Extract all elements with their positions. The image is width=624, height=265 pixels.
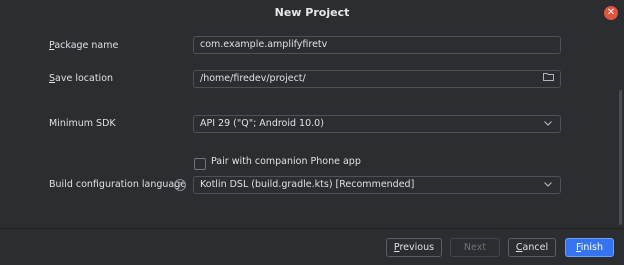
cancel-button[interactable]: Cancel — [508, 238, 556, 257]
minimum-sdk-select[interactable]: API 29 ("Q"; Android 10.0) — [193, 115, 561, 133]
minimum-sdk-label: Minimum SDK — [49, 118, 116, 129]
save-location-input[interactable]: /home/firedev/project/ — [193, 70, 561, 88]
build-language-select[interactable]: Kotlin DSL (build.gradle.kts) [Recommend… — [193, 176, 561, 194]
chevron-down-icon — [542, 117, 554, 131]
title-bar: New Project ✕ — [0, 0, 624, 26]
dialog-title: New Project — [274, 6, 350, 19]
package-name-label: Package name — [49, 40, 119, 51]
save-location-label: Save location — [49, 73, 114, 84]
next-button[interactable]: Next — [450, 238, 500, 257]
chevron-down-icon — [542, 178, 554, 192]
folder-icon[interactable] — [542, 72, 554, 86]
vertical-scrollbar[interactable] — [619, 90, 622, 225]
previous-button[interactable]: Previous — [386, 238, 442, 257]
dialog-footer: Previous Next Cancel Finish — [0, 228, 624, 265]
finish-button[interactable]: Finish — [565, 238, 614, 257]
close-icon[interactable]: ✕ — [604, 6, 618, 20]
companion-app-label[interactable]: Pair with companion Phone app — [211, 156, 361, 167]
help-icon[interactable]: ? — [174, 179, 186, 191]
form-area: Package name com.example.amplifyfiretv S… — [0, 26, 624, 228]
package-name-input[interactable]: com.example.amplifyfiretv — [193, 36, 561, 54]
companion-app-checkbox[interactable] — [194, 158, 206, 170]
build-language-label: Build configuration language — [49, 179, 187, 190]
